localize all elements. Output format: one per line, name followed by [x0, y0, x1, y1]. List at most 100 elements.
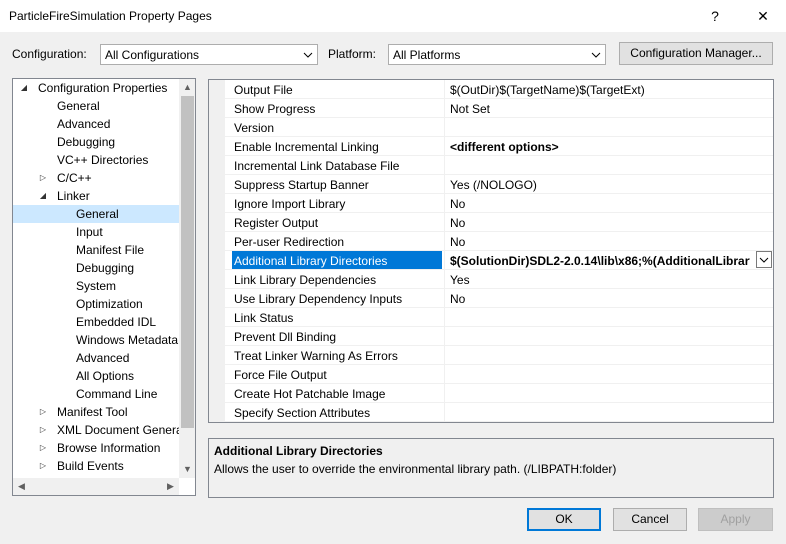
configuration-dropdown[interactable]: All Configurations: [100, 44, 318, 65]
property-name: Prevent Dll Binding: [234, 330, 337, 344]
property-row[interactable]: Treat Linker Warning As Errors: [225, 346, 773, 365]
property-value[interactable]: Not Set: [450, 102, 768, 116]
title-bar: ParticleFireSimulation Property Pages ? …: [0, 0, 786, 32]
property-value-input[interactable]: $(SolutionDir)SDL2-2.0.14\lib\x86;%(Addi…: [450, 254, 750, 268]
property-row[interactable]: Per-user Redirection No: [225, 232, 773, 251]
chevron-down-icon: [591, 52, 601, 58]
configuration-label: Configuration:: [12, 47, 87, 61]
tree-vertical-scrollbar[interactable]: ▲ ▼: [179, 79, 195, 478]
description-title: Additional Library Directories: [214, 444, 383, 458]
property-row[interactable]: Create Hot Patchable Image: [225, 384, 773, 403]
tree-item-optimization[interactable]: Optimization: [76, 295, 143, 313]
property-name: Use Library Dependency Inputs: [234, 292, 403, 306]
tree-item-browse-information[interactable]: ▷ Browse Information: [38, 439, 179, 457]
value-dropdown-button[interactable]: [756, 251, 772, 268]
tree-item-linker-advanced[interactable]: Advanced: [76, 349, 129, 367]
property-row[interactable]: Specify Section Attributes: [225, 403, 773, 422]
property-row[interactable]: Suppress Startup Banner Yes (/NOLOGO): [225, 175, 773, 194]
property-name: Enable Incremental Linking: [234, 140, 379, 154]
tree-item-label: General: [76, 207, 119, 221]
property-row[interactable]: Show Progress Not Set: [225, 99, 773, 118]
platform-dropdown[interactable]: All Platforms: [388, 44, 606, 65]
property-name: Output File: [234, 83, 293, 97]
property-row-selected[interactable]: Additional Library Directories $(Solutio…: [225, 251, 773, 270]
scroll-right-icon[interactable]: ▶: [162, 478, 179, 495]
property-value[interactable]: No: [450, 197, 768, 211]
tree-item-command-line[interactable]: Command Line: [76, 385, 157, 403]
property-value[interactable]: No: [450, 235, 768, 249]
property-row[interactable]: Register Output No: [225, 213, 773, 232]
property-name: Create Hot Patchable Image: [234, 387, 386, 401]
property-row[interactable]: Link Library Dependencies Yes: [225, 270, 773, 289]
property-value[interactable]: No: [450, 292, 768, 306]
property-name: Incremental Link Database File: [234, 159, 400, 173]
property-name: Link Library Dependencies: [234, 273, 377, 287]
scroll-down-icon[interactable]: ▼: [179, 461, 195, 478]
property-name: Force File Output: [234, 368, 327, 382]
tree-item-all-options[interactable]: All Options: [76, 367, 134, 385]
collapsed-arrow-icon[interactable]: ▷: [38, 169, 48, 187]
property-grid: Output File $(OutDir)$(TargetName)$(Targe…: [208, 79, 774, 423]
collapsed-arrow-icon[interactable]: ▷: [38, 403, 48, 421]
expanded-arrow-icon[interactable]: ◢: [19, 79, 29, 97]
property-name: Treat Linker Warning As Errors: [234, 349, 398, 363]
tree-item-input[interactable]: Input: [76, 223, 103, 241]
property-row[interactable]: Link Status: [225, 308, 773, 327]
property-value[interactable]: Yes: [450, 273, 768, 287]
property-name: Per-user Redirection: [234, 235, 345, 249]
tree-item-system[interactable]: System: [76, 277, 116, 295]
tree-item-xml-document-generator[interactable]: ▷ XML Document Generator: [38, 421, 179, 439]
tree-item-vc-directories[interactable]: VC++ Directories: [57, 151, 148, 169]
property-name: Ignore Import Library: [234, 197, 346, 211]
property-value[interactable]: Yes (/NOLOGO): [450, 178, 768, 192]
configuration-manager-button[interactable]: Configuration Manager...: [619, 42, 773, 65]
property-row[interactable]: Incremental Link Database File: [225, 156, 773, 175]
tree-horizontal-scrollbar[interactable]: ◀ ▶: [13, 478, 179, 495]
description-text: Allows the user to override the environm…: [214, 462, 617, 476]
scrollbar-thumb[interactable]: [181, 96, 194, 428]
tree-item-label: Build Events: [57, 459, 124, 473]
property-name: Version: [234, 121, 275, 135]
apply-button[interactable]: Apply: [698, 508, 773, 531]
grid-gutter: [209, 80, 225, 422]
tree-item-manifest-file[interactable]: Manifest File: [76, 241, 144, 259]
property-row[interactable]: Force File Output: [225, 365, 773, 384]
property-value[interactable]: <different options>: [450, 140, 768, 154]
tree-item-manifest-tool[interactable]: ▷ Manifest Tool: [38, 403, 179, 421]
help-button[interactable]: ?: [700, 4, 730, 28]
property-row[interactable]: Prevent Dll Binding: [225, 327, 773, 346]
scroll-left-icon[interactable]: ◀: [13, 478, 30, 495]
property-value[interactable]: No: [450, 216, 768, 230]
expanded-arrow-icon[interactable]: ◢: [38, 187, 48, 205]
tree-item-label: Browse Information: [57, 441, 161, 455]
property-name: Link Status: [234, 311, 294, 325]
tree-item-general[interactable]: General: [57, 97, 100, 115]
tree-item-debugging[interactable]: Debugging: [57, 133, 115, 151]
ok-button[interactable]: OK: [527, 508, 601, 531]
property-row[interactable]: Ignore Import Library No: [225, 194, 773, 213]
chevron-down-icon: [759, 257, 769, 263]
platform-label: Platform:: [328, 47, 377, 61]
tree-item-label: C/C++: [57, 171, 92, 185]
collapsed-arrow-icon[interactable]: ▷: [38, 457, 48, 475]
tree-item-label: Linker: [57, 189, 90, 203]
property-row[interactable]: Enable Incremental Linking <different opt…: [225, 137, 773, 156]
collapsed-arrow-icon[interactable]: ▷: [38, 439, 48, 457]
property-row[interactable]: Use Library Dependency Inputs No: [225, 289, 773, 308]
tree-item-embedded-idl[interactable]: Embedded IDL: [76, 313, 156, 331]
tree-item-linker-debugging[interactable]: Debugging: [76, 259, 134, 277]
description-pane: Additional Library Directories Allows th…: [208, 438, 774, 498]
close-button[interactable]: ✕: [748, 4, 778, 28]
tree-item-advanced[interactable]: Advanced: [57, 115, 110, 133]
tree-item-linker-general[interactable]: General: [13, 205, 179, 223]
property-row[interactable]: Version: [225, 118, 773, 137]
chevron-down-icon: [303, 52, 313, 58]
property-row[interactable]: Output File $(OutDir)$(TargetName)$(Targe…: [225, 80, 773, 99]
property-value[interactable]: $(OutDir)$(TargetName)$(TargetExt): [450, 83, 768, 97]
scroll-up-icon[interactable]: ▲: [179, 79, 195, 96]
collapsed-arrow-icon[interactable]: ▷: [38, 421, 48, 439]
property-name: Show Progress: [234, 102, 316, 116]
tree-item-windows-metadata[interactable]: Windows Metadata: [76, 331, 179, 349]
cancel-button[interactable]: Cancel: [613, 508, 687, 531]
tree-item-build-events[interactable]: ▷ Build Events: [38, 457, 179, 475]
